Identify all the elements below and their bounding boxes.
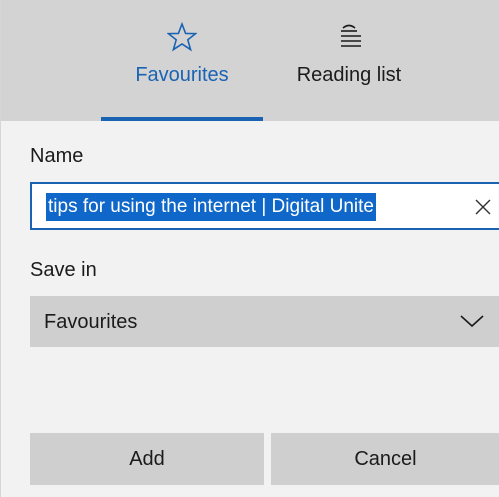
save-in-dropdown[interactable]: Favourites — [30, 296, 499, 347]
tab-reading-list-label: Reading list — [296, 64, 402, 86]
clear-text-icon[interactable] — [472, 196, 494, 218]
save-in-selected-value: Favourites — [44, 311, 138, 333]
add-button[interactable]: Add — [30, 433, 264, 485]
cancel-button[interactable]: Cancel — [271, 433, 499, 485]
name-label: Name — [30, 145, 84, 167]
tab-favourites[interactable]: Favourites — [101, 0, 263, 121]
star-icon — [101, 22, 263, 52]
tab-reading-list[interactable]: Reading list — [269, 0, 429, 121]
save-in-label: Save in — [30, 259, 97, 281]
hub-tab-bar: Favourites Reading list — [1, 0, 499, 121]
tab-favourites-label: Favourites — [135, 64, 229, 86]
active-tab-indicator — [101, 117, 263, 121]
chevron-down-icon — [459, 312, 485, 330]
reading-list-icon — [269, 22, 429, 52]
name-input[interactable]: tips for using the internet | Digital Un… — [30, 182, 499, 230]
name-input-value[interactable]: tips for using the internet | Digital Un… — [46, 193, 376, 221]
add-favourite-panel: Favourites Reading list Name tips for us… — [0, 0, 499, 497]
